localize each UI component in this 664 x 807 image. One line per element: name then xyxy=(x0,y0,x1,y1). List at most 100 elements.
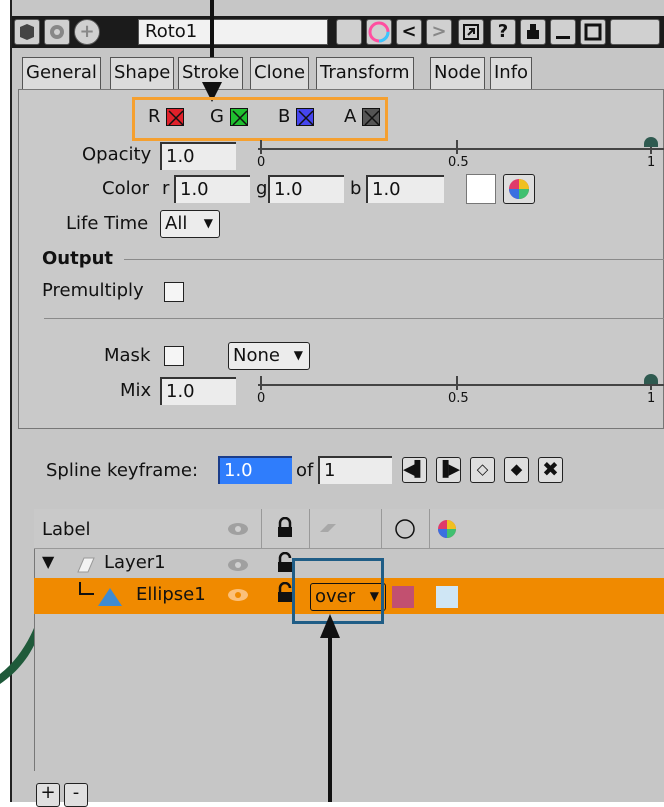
color-r-label: r xyxy=(162,178,170,199)
channel-g-checkbox[interactable] xyxy=(230,108,248,126)
tab-transform[interactable]: Transform xyxy=(316,57,414,89)
premultiply-checkbox[interactable] xyxy=(164,282,184,302)
help-icon[interactable]: ? xyxy=(490,19,516,45)
node-name-field[interactable]: Roto1 xyxy=(138,19,328,45)
tree-connector-icon xyxy=(79,582,94,595)
ellipse1-visibility-icon[interactable] xyxy=(226,586,250,604)
layer1-visibility-icon[interactable] xyxy=(226,556,250,574)
mix-scale-1: 1 xyxy=(647,391,656,406)
plus-icon[interactable]: + xyxy=(74,19,100,45)
layer-header-label: Label xyxy=(42,519,91,540)
opacity-field[interactable]: 1.0 xyxy=(160,142,236,170)
chevron-down-icon: ▼ xyxy=(293,348,303,362)
color-b-label: b xyxy=(350,178,362,199)
tab-general[interactable]: General xyxy=(22,57,101,89)
mask-separator xyxy=(44,318,664,319)
remove-layer-button[interactable]: - xyxy=(64,783,88,807)
shape-icon xyxy=(98,588,122,606)
chevron-down-icon: ▼ xyxy=(203,216,213,230)
layer-icon xyxy=(77,557,95,573)
channel-a-label: A xyxy=(344,106,357,127)
channel-a-checkbox[interactable] xyxy=(362,108,380,126)
gear-icon[interactable] xyxy=(44,19,70,45)
tab-shape[interactable]: Shape xyxy=(110,57,175,89)
overlay-column[interactable] xyxy=(310,509,382,549)
color-swatch[interactable] xyxy=(466,174,496,204)
opacity-label: Opacity xyxy=(82,144,152,165)
mask-source-dropdown[interactable]: None ▼ xyxy=(228,342,310,370)
visibility-column[interactable] xyxy=(214,509,262,549)
annotation-arrow-bottom xyxy=(320,614,340,802)
color-column[interactable] xyxy=(382,509,430,549)
spline-of-label: of xyxy=(296,460,314,481)
ellipse1-overlay-swatch[interactable] xyxy=(436,586,458,608)
color-g-label: g xyxy=(256,178,268,199)
ellipse1-label[interactable]: Ellipse1 xyxy=(136,584,206,605)
opacity-scale-05: 0.5 xyxy=(448,155,469,170)
color-r-field[interactable]: 1.0 xyxy=(174,175,250,203)
color-g-field[interactable]: 1.0 xyxy=(268,175,344,203)
color-label: Color xyxy=(102,178,149,199)
tab-clone[interactable]: Clone xyxy=(250,57,310,89)
lifetime-dropdown[interactable]: All ▼ xyxy=(160,210,220,238)
overlay-color-column[interactable] xyxy=(430,509,470,549)
mix-slider-track[interactable] xyxy=(258,384,664,386)
ellipse1-color-swatch[interactable] xyxy=(392,586,414,608)
pin-icon[interactable] xyxy=(520,19,546,45)
mix-field[interactable]: 1.0 xyxy=(160,377,236,405)
tab-node[interactable]: Node xyxy=(430,57,485,89)
opacity-slider-handle[interactable] xyxy=(644,137,658,147)
mask-source-value: None xyxy=(233,345,280,366)
tab-info[interactable]: Info xyxy=(490,57,533,89)
lock-column[interactable] xyxy=(262,509,310,549)
mix-slider-handle[interactable] xyxy=(644,374,658,384)
previous-keyframe-button[interactable]: ◀▌ xyxy=(402,457,427,483)
color-wheel-icon[interactable] xyxy=(366,19,392,45)
channel-g-label: G xyxy=(210,106,224,127)
layer-expander[interactable]: ▼ xyxy=(42,552,54,571)
opacity-tick-05 xyxy=(456,140,458,154)
lifetime-value: All xyxy=(165,213,188,234)
maximize-icon[interactable] xyxy=(580,19,606,45)
color-wheel-icon xyxy=(438,520,456,538)
add-keyframe-button[interactable]: ◇ xyxy=(470,457,495,483)
close-icon[interactable] xyxy=(610,19,660,45)
lifetime-label: Life Time xyxy=(66,213,149,234)
mask-label: Mask xyxy=(104,345,151,366)
right-arrow-icon[interactable]: > xyxy=(426,19,452,45)
add-layer-button[interactable]: + xyxy=(36,783,60,807)
output-heading: Output xyxy=(42,248,114,269)
left-arrow-icon[interactable]: < xyxy=(396,19,422,45)
annotation-arrow-top xyxy=(210,0,214,60)
cube-icon[interactable] xyxy=(14,19,40,45)
opacity-tick-0 xyxy=(260,140,262,154)
clear-keyframes-button[interactable]: ✖ xyxy=(538,457,563,483)
color-b-field[interactable]: 1.0 xyxy=(366,175,444,203)
restore-icon[interactable] xyxy=(458,19,484,45)
channel-r-checkbox[interactable] xyxy=(166,108,184,126)
lock-icon xyxy=(278,516,292,537)
output-separator xyxy=(124,259,664,260)
spline-keyframe-field[interactable]: 1.0 xyxy=(218,456,292,484)
blank-icon[interactable] xyxy=(336,19,362,45)
circle-icon xyxy=(395,519,415,539)
channel-b-checkbox[interactable] xyxy=(296,108,314,126)
spline-total-field[interactable]: 1 xyxy=(318,456,392,484)
mask-checkbox[interactable] xyxy=(164,346,184,366)
color-picker-button[interactable] xyxy=(503,174,535,204)
layer1-label[interactable]: Layer1 xyxy=(104,552,166,573)
mix-scale-0: 0 xyxy=(257,391,266,406)
mix-tick-0 xyxy=(260,376,262,390)
remove-keyframe-button[interactable]: ◆ xyxy=(504,457,529,483)
premultiply-label: Premultiply xyxy=(42,280,144,301)
opacity-slider-track[interactable] xyxy=(258,148,664,150)
opacity-scale-0: 0 xyxy=(257,155,266,170)
channel-b-label: B xyxy=(278,106,291,127)
opacity-scale-1: 1 xyxy=(647,155,656,170)
mix-scale-05: 0.5 xyxy=(448,391,469,406)
minimize-icon[interactable] xyxy=(550,19,576,45)
next-keyframe-button[interactable]: ▐▶ xyxy=(436,457,461,483)
mix-tick-05 xyxy=(456,376,458,390)
title-bar: + Roto1 < > ? xyxy=(12,16,664,48)
channel-r-label: R xyxy=(148,106,161,127)
